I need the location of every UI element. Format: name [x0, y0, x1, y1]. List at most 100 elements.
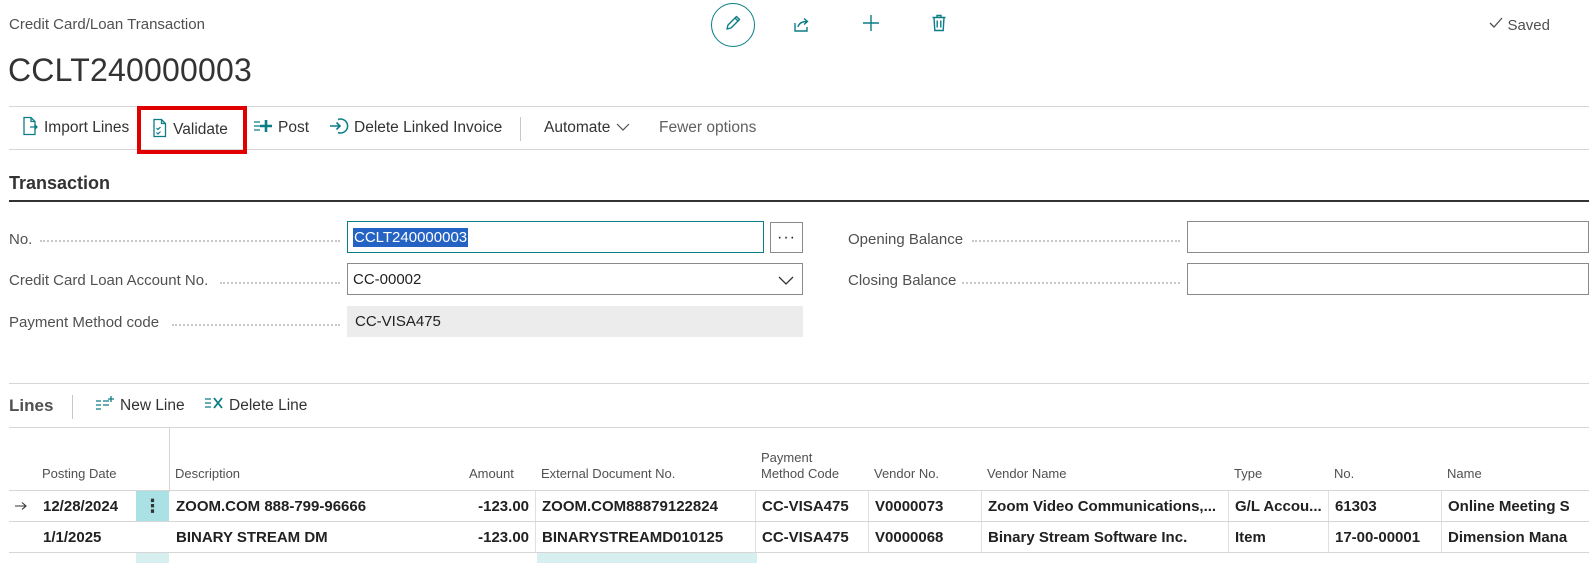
section-title-transaction: Transaction [9, 173, 111, 193]
col-amount[interactable]: Amount [469, 466, 514, 482]
no-label: No. [9, 230, 33, 248]
edit-button[interactable] [711, 3, 755, 47]
col-payment-method-line1: Payment [761, 450, 813, 465]
col-vendor-name[interactable]: Vendor Name [987, 466, 1067, 482]
cell-vendor-name[interactable]: Binary Stream Software Inc. [988, 522, 1226, 552]
cell-description[interactable]: ZOOM.COM 888-799-96666 [176, 491, 466, 521]
cell-divider [868, 491, 869, 521]
delete-button[interactable] [927, 13, 951, 37]
new-line-icon [95, 395, 120, 416]
page-header: Credit Card/Loan Transaction Saved [0, 0, 1589, 50]
account-label: Credit Card Loan Account No. [9, 271, 209, 289]
cell-vendor-name[interactable]: Zoom Video Communications,... [988, 491, 1226, 521]
table-row[interactable] [9, 552, 1589, 563]
chevron-down-icon [778, 273, 794, 290]
action-separator [520, 117, 521, 141]
opening-balance-field[interactable] [1187, 221, 1589, 253]
cell-payment-method[interactable]: CC-VISA475 [762, 522, 867, 552]
share-icon[interactable] [790, 13, 814, 37]
cell-type[interactable]: Item [1235, 522, 1327, 552]
row-actions-slot [136, 522, 169, 552]
account-select[interactable]: CC-00002 [347, 263, 803, 295]
plus-icon [861, 13, 881, 38]
cell-divider [1328, 522, 1329, 552]
validate-button[interactable]: Validate [137, 106, 247, 154]
import-lines-label: Import Lines [44, 119, 130, 136]
unlink-arrow-icon [329, 117, 354, 140]
fewer-options-button[interactable]: Fewer options [659, 107, 756, 149]
cell-posting-date[interactable]: 12/28/2024 [43, 491, 135, 521]
arrow-right-icon [9, 491, 33, 521]
grid-divider [169, 428, 170, 492]
ellipsis-icon: ··· [777, 228, 796, 246]
payment-method-value: CC-VISA475 [355, 313, 441, 330]
cell-divider [755, 491, 756, 521]
col-external-doc[interactable]: External Document No. [541, 466, 675, 482]
col-vendor-no[interactable]: Vendor No. [874, 466, 939, 482]
cell-amount[interactable]: -123.00 [449, 522, 529, 552]
delete-linked-invoice-label: Delete Linked Invoice [354, 119, 503, 136]
no-field[interactable]: CCLT240000003 [347, 221, 764, 253]
import-lines-button[interactable]: Import Lines [21, 107, 129, 149]
col-description[interactable]: Description [175, 466, 240, 482]
cell-divider [981, 522, 982, 552]
cell-amount[interactable]: -123.00 [449, 491, 529, 521]
saved-label: Saved [1507, 16, 1550, 34]
delete-linked-invoice-button[interactable]: Delete Linked Invoice [329, 107, 502, 149]
cell-divider [868, 522, 869, 552]
col-no[interactable]: No. [1334, 466, 1354, 482]
cell-name[interactable]: Online Meeting S [1448, 491, 1589, 521]
delete-line-label: Delete Line [229, 396, 308, 414]
cell-no[interactable]: 17-00-00001 [1335, 522, 1440, 552]
table-row[interactable]: 1/1/2025 BINARY STREAM DM -123.00 BINARY… [9, 521, 1589, 552]
check-icon [1488, 16, 1504, 34]
table-row[interactable]: 12/28/2024 ⋮ ZOOM.COM 888-799-96666 -123… [9, 490, 1589, 521]
action-bar: Import Lines Validate Post Delete Linked… [9, 106, 1589, 154]
cell-external-doc[interactable]: BINARYSTREAMD010125 [542, 522, 754, 552]
cell-name[interactable]: Dimension Mana [1448, 522, 1589, 552]
section-divider [9, 200, 1589, 202]
cell-divider [1441, 491, 1442, 521]
new-line-button[interactable]: New Line [95, 395, 185, 416]
post-label: Post [278, 119, 310, 136]
cell-vendor-no[interactable]: V0000068 [875, 522, 980, 552]
payment-method-leader-dots [172, 324, 340, 326]
save-status: Saved [1488, 16, 1550, 34]
col-posting-date[interactable]: Posting Date [42, 466, 116, 482]
page-title: CCLT240000003 [8, 52, 252, 88]
cell-type[interactable]: G/L Accou... [1235, 491, 1327, 521]
payment-method-label: Payment Method code [9, 313, 160, 331]
post-button[interactable]: Post [253, 107, 309, 149]
cell-posting-date[interactable]: 1/1/2025 [43, 522, 135, 552]
cell-divider [535, 491, 536, 521]
cell-divider [535, 522, 536, 552]
opening-balance-leader-dots [972, 240, 1180, 242]
new-button[interactable] [859, 13, 883, 37]
col-name[interactable]: Name [1447, 466, 1482, 482]
automate-menu[interactable]: Automate [544, 107, 635, 149]
cell-no[interactable]: 61303 [1335, 491, 1440, 521]
col-payment-method-line2: Method Code [761, 466, 840, 481]
cell-divider [1441, 522, 1442, 552]
cell-external-doc[interactable]: ZOOM.COM88879122824 [542, 491, 754, 521]
cell-divider [1328, 491, 1329, 521]
lines-grid: Posting Date Description Amount External… [9, 428, 1589, 563]
closing-balance-field[interactable] [1187, 263, 1589, 295]
pencil-icon [723, 13, 743, 38]
opening-balance-label: Opening Balance [848, 230, 964, 248]
no-value: CCLT240000003 [353, 227, 469, 247]
cell-payment-method[interactable]: CC-VISA475 [762, 491, 867, 521]
cell-divider [1228, 491, 1229, 521]
cell-vendor-no[interactable]: V0000073 [875, 491, 980, 521]
col-type[interactable]: Type [1234, 466, 1262, 482]
assist-edit-button[interactable]: ··· [770, 222, 803, 253]
closing-balance-label: Closing Balance [848, 271, 957, 289]
delete-line-icon [204, 395, 229, 416]
row-actions-button[interactable]: ⋮ [136, 491, 169, 521]
delete-line-button[interactable]: Delete Line [204, 395, 307, 416]
col-payment-method[interactable]: Payment Method Code [761, 450, 839, 482]
validate-label: Validate [173, 121, 228, 138]
account-leader-dots [220, 282, 340, 284]
cell-description[interactable]: BINARY STREAM DM [176, 522, 466, 552]
chevron-down-icon [616, 119, 635, 137]
